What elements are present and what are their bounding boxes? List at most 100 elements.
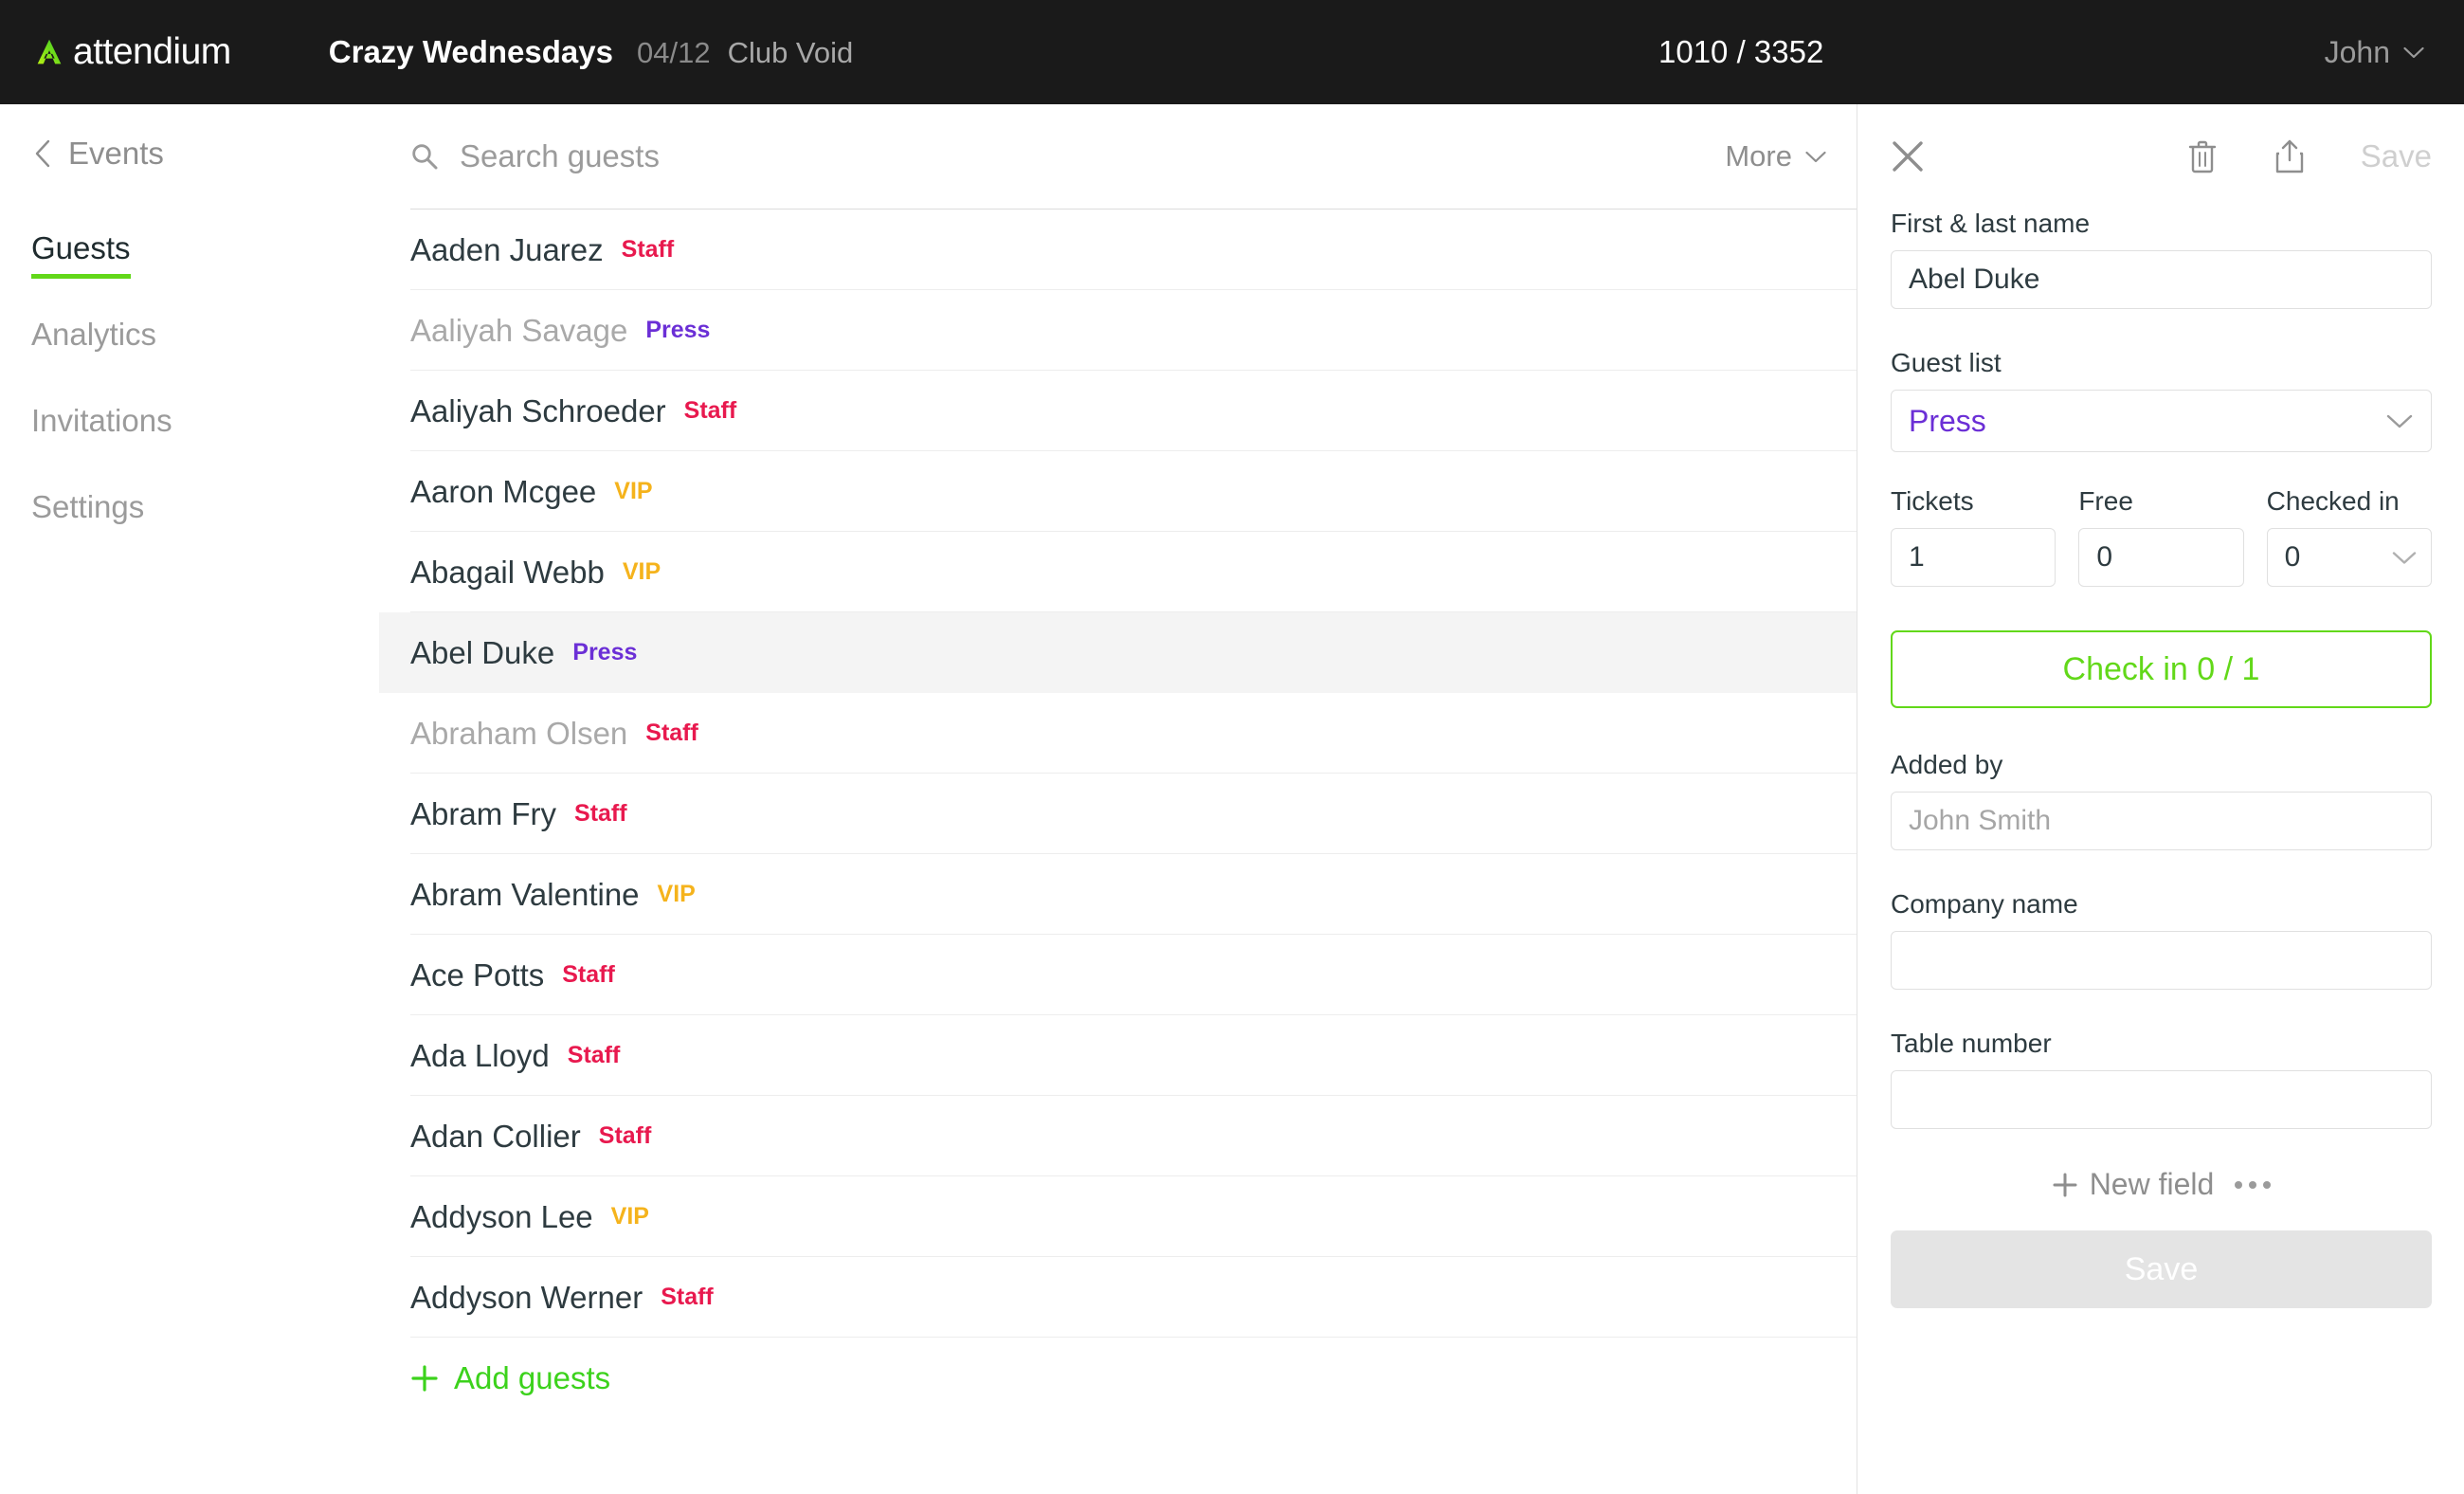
sidebar-item-analytics[interactable]: Analytics (31, 317, 156, 353)
guest-list-column: More Aaden Juarez Staff Aaliyah Savage Pres… (379, 104, 1857, 1494)
close-icon[interactable] (1891, 139, 1925, 173)
guest-name: Aaron Mcgee (410, 473, 597, 509)
guest-badge: Staff (574, 800, 627, 827)
back-to-events-link[interactable]: Events (34, 136, 379, 172)
new-field-button[interactable]: New field (2052, 1167, 2215, 1202)
tickets-input[interactable] (1891, 528, 2056, 587)
company-label: Company name (1891, 889, 2078, 919)
guest-badge: Staff (567, 1042, 621, 1068)
plus-icon (411, 1364, 438, 1392)
event-info: Crazy Wednesdays 04/12 Club Void (329, 34, 854, 70)
more-dropdown-label: More (1725, 139, 1792, 173)
checkin-counter-value: 1010 / 3352 (1658, 34, 1824, 69)
guest-row[interactable]: Ada Lloyd Staff (379, 1015, 1857, 1096)
plus-icon (2053, 1173, 2077, 1196)
guest-name: Abagail Webb (410, 554, 605, 590)
guestlist-select[interactable]: Press (1891, 390, 2432, 452)
table-number-input[interactable] (1891, 1070, 2432, 1129)
search-bar: More (379, 104, 1857, 209)
guest-row[interactable]: Aaliyah Savage Press (379, 290, 1857, 371)
panel-header-save-button[interactable]: Save (2361, 138, 2432, 174)
brand-logo[interactable]: attendium (31, 31, 231, 73)
free-label: Free (2078, 486, 2133, 516)
guest-row[interactable]: Ace Potts Staff (379, 935, 1857, 1015)
share-icon[interactable] (2274, 138, 2306, 174)
panel-section-gap (1891, 708, 2432, 750)
panel-header: Save (1891, 104, 2432, 209)
save-button[interactable]: Save (1891, 1230, 2432, 1308)
sidebar-item-label: Settings (31, 489, 145, 524)
guest-row[interactable]: Aaden Juarez Staff (379, 210, 1857, 290)
guest-row[interactable]: Addyson Lee VIP (379, 1176, 1857, 1257)
chevron-down-icon (2386, 414, 2413, 428)
guest-badge: Staff (621, 236, 675, 263)
back-to-events-label: Events (68, 136, 164, 171)
attendium-triangle-icon (37, 39, 62, 64)
search-input[interactable] (460, 138, 1726, 174)
added-by-input[interactable] (1891, 792, 2432, 850)
ticket-counts-row: Tickets Free Checked in (1891, 486, 2432, 587)
checkin-counter: 1010 / 3352 (1658, 0, 1823, 104)
guest-badge: VIP (614, 478, 653, 504)
more-options-icon[interactable] (2235, 1180, 2272, 1189)
guest-badge: Staff (661, 1284, 714, 1310)
company-name-input[interactable] (1891, 931, 2432, 990)
sidebar-item-guests[interactable]: Guests (31, 230, 131, 279)
guest-name: Aaliyah Savage (410, 312, 628, 348)
addedby-label: Added by (1891, 750, 2003, 779)
guest-name: Aaliyah Schroeder (410, 392, 666, 428)
sidebar-item-settings[interactable]: Settings (31, 489, 144, 525)
name-input[interactable] (1891, 250, 2432, 309)
guest-badge: VIP (610, 1203, 649, 1230)
more-dropdown[interactable]: More (1725, 139, 1826, 173)
guestlist-field-label: Guest list (1891, 348, 2002, 377)
name-field-label: First & last name (1891, 209, 2091, 238)
top-bar: attendium Crazy Wednesdays 04/12 Club Vo… (0, 0, 2464, 104)
sidebar: Events Guests Analytics Invitations Sett… (0, 104, 379, 1494)
tickets-label: Tickets (1891, 486, 1974, 516)
table-number-label: Table number (1891, 1029, 2052, 1058)
guest-name: Abram Valentine (410, 876, 640, 912)
guest-badge: Staff (683, 397, 737, 424)
guest-row[interactable]: Abraham Olsen Staff (379, 693, 1857, 774)
guest-name: Ace Potts (410, 957, 545, 993)
guestlist-select-wrap: Press (1891, 390, 2432, 452)
user-menu-label: John (2324, 34, 2390, 69)
chevron-down-icon (2403, 46, 2424, 58)
guest-badge: Staff (562, 961, 615, 988)
chevron-down-icon (1805, 151, 1826, 162)
event-date: 04/12 (636, 36, 711, 69)
brand-name: attendium (73, 31, 231, 72)
checkedin-select-wrap (2266, 528, 2432, 587)
add-guests-label: Add guests (454, 1359, 611, 1395)
event-title: Crazy Wednesdays (328, 34, 613, 69)
free-input[interactable] (2078, 528, 2244, 587)
guest-name: Abraham Olsen (410, 715, 628, 751)
sidebar-item-invitations[interactable]: Invitations (31, 403, 172, 439)
trash-icon[interactable] (2186, 138, 2219, 174)
dot (2249, 1180, 2257, 1189)
dot (2235, 1180, 2243, 1189)
guest-row[interactable]: Aaron Mcgee VIP (379, 451, 1857, 532)
guest-name: Addyson Lee (410, 1198, 593, 1234)
check-in-button[interactable]: Check in 0 / 1 (1891, 630, 2432, 708)
guest-badge: VIP (622, 558, 661, 585)
new-field-label: New field (2089, 1167, 2215, 1201)
guest-row[interactable]: Abel Duke Press (379, 612, 1857, 693)
guest-row[interactable]: Adan Collier Staff (379, 1096, 1857, 1176)
guest-name: Ada Lloyd (410, 1037, 550, 1073)
user-menu[interactable]: John (2325, 0, 2424, 104)
guest-detail-panel: Save First & last name Guest list Press … (1858, 104, 2464, 1494)
chevron-down-icon[interactable] (2392, 551, 2417, 565)
guest-row[interactable]: Aaliyah Schroeder Staff (379, 371, 1857, 451)
guest-badge: Staff (598, 1122, 652, 1149)
guest-row[interactable]: Abagail Webb VIP (379, 532, 1857, 612)
guest-row[interactable]: Abram Fry Staff (379, 774, 1857, 854)
add-guests-button[interactable]: Add guests (379, 1338, 1857, 1418)
guest-row[interactable]: Abram Valentine VIP (379, 854, 1857, 935)
sidebar-item-label: Guests (31, 230, 131, 265)
guest-name: Aaden Juarez (410, 231, 604, 267)
guest-row[interactable]: Addyson Werner Staff (379, 1257, 1857, 1338)
guest-badge: Press (572, 639, 638, 665)
checkedin-label: Checked in (2266, 486, 2400, 516)
